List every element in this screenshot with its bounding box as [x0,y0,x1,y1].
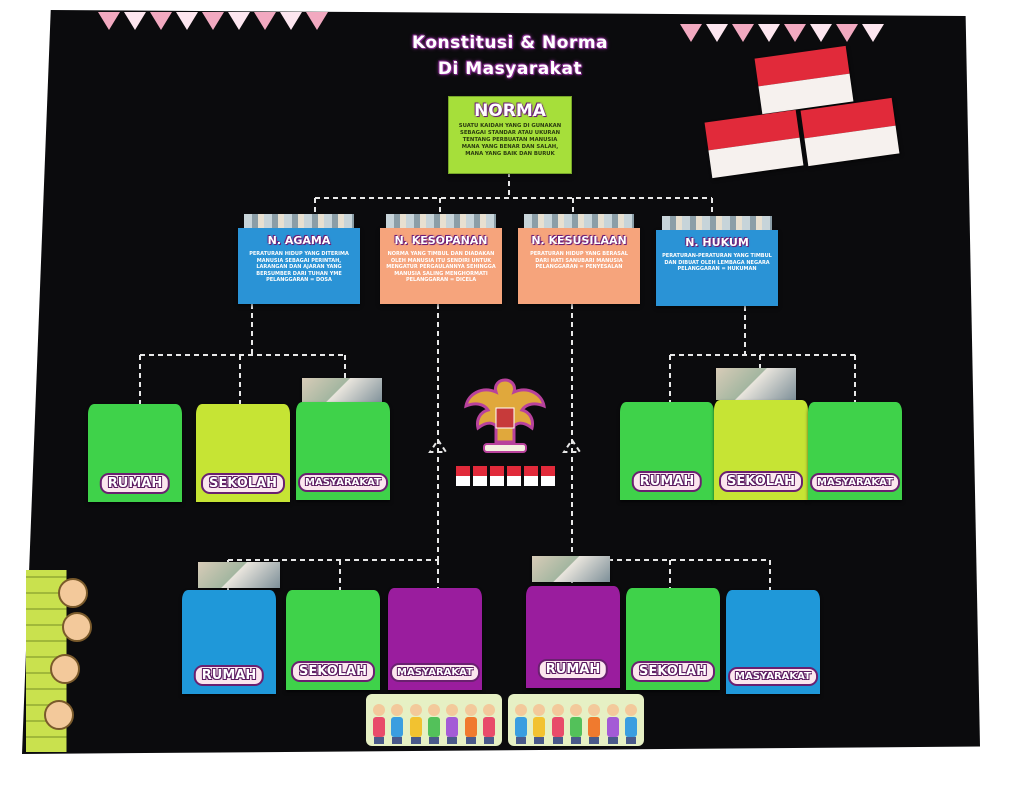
pocket-label: RUMAH [193,665,265,686]
bunting-top-left [98,12,328,30]
bunting-flag [150,12,172,30]
pocket-masyarakat: MASYARAKAT [296,402,390,500]
bunting-flag [732,24,754,42]
bunting-flag [758,24,780,42]
child-illustration [62,612,92,642]
category-label: N. HUKUM [685,236,749,249]
child-figure [391,704,404,744]
pocket-label: RUMAH [537,659,609,680]
pocket-sekolah: SEKOLAH [286,590,380,690]
category-label: N. KESOPANAN [394,234,488,247]
mini-flag [540,466,555,486]
pocket-rumah: RUMAH [88,404,182,502]
mini-flag [506,466,521,486]
child-figure [551,704,564,744]
bunting-flag [124,12,146,30]
bunting-flag [836,24,858,42]
pocket-masyarakat: MASYARAKAT [388,588,482,690]
child-figure [464,704,477,744]
child-illustration [58,578,88,608]
child-figure [373,704,386,744]
card-photo [386,214,496,228]
child-figure [624,704,637,744]
child-figure [569,704,582,744]
norma-root-card: NORMA SUATU KAIDAH YANG DI GUNAKAN SEBAG… [448,96,572,174]
child-illustration [50,654,80,684]
pocket-photo [716,368,796,400]
child-figure [533,704,546,744]
norma-title: NORMA [474,101,546,121]
child-figure [446,704,459,744]
mini-flag [523,466,538,486]
child-figure [427,704,440,744]
poster-title: Konstitusi & Norma Di Masyarakat [380,30,640,82]
card-photo [662,216,772,230]
mini-flag-bunting [436,466,574,496]
pocket-label: MASYARAKAT [728,667,818,686]
child-figure [409,704,422,744]
card-photo [244,214,354,228]
bunting-flag [706,24,728,42]
category-card-kesopanan: N. KESOPANAN NORMA YANG TIMBUL DAN DIADA… [380,214,502,304]
bunting-flag [280,12,302,30]
bunting-top-right [680,24,884,42]
category-description: PERATURAN HIDUP YANG DITERIMA MANUSIA SE… [249,251,349,283]
bunting-flag [176,12,198,30]
mini-flag [455,466,470,486]
children-sticker [508,694,644,746]
pocket-masyarakat: MASYARAKAT [808,402,902,500]
pocket-photo [302,378,382,404]
pocket-label: MASYARAKAT [390,663,480,682]
bunting-flag [680,24,702,42]
child-figure [515,704,528,744]
pocket-sekolah: SEKOLAH [626,588,720,690]
pocket-label: SEKOLAH [200,473,286,494]
pocket-photo [532,556,610,582]
category-card-kesusilaan: N. KESUSILAAN PERATURAN HIDUP YANG BERAS… [518,214,640,304]
pocket-sekolah: SEKOLAH [714,400,808,500]
pocket-rumah: RUMAH [620,402,714,500]
child-illustration [44,700,74,730]
child-figure [482,704,495,744]
pocket-label: SEKOLAH [630,661,716,682]
bunting-flag [202,12,224,30]
card-photo [524,214,634,228]
pocket-label: RUMAH [631,471,703,492]
mini-flag [472,466,487,486]
pocket-rumah: RUMAH [182,590,276,694]
category-label: N. AGAMA [267,234,331,247]
bunting-flag [98,12,120,30]
bunting-flag [228,12,250,30]
category-label: N. KESUSILAAN [531,234,627,247]
bunting-flag [254,12,276,30]
category-description: PERATURAN HIDUP YANG BERASAL DARI HATI S… [530,251,628,270]
pocket-sekolah: SEKOLAH [196,404,290,502]
child-figure [588,704,601,744]
pocket-masyarakat: MASYARAKAT [726,590,820,694]
pocket-label: MASYARAKAT [298,473,388,492]
mini-flag [489,466,504,486]
pocket-label: RUMAH [99,473,171,494]
pocket-photo [198,562,280,588]
category-card-hukum: N. HUKUM PERATURAN-PERATURAN YANG TIMBUL… [656,216,778,306]
bunting-flag [810,24,832,42]
child-figure [606,704,619,744]
children-sticker [366,694,502,746]
title-line-1: Konstitusi & Norma [411,33,609,53]
category-description: NORMA YANG TIMBUL DAN DIADAKAN OLEH MANU… [386,251,496,283]
pocket-rumah: RUMAH [526,586,620,688]
garuda-emblem [464,378,546,453]
title-line-2: Di Masyarakat [437,59,583,79]
category-card-agama: N. AGAMA PERATURAN HIDUP YANG DITERIMA M… [238,214,360,304]
category-description: PERATURAN-PERATURAN YANG TIMBUL DAN DIBU… [662,253,772,272]
pocket-label: MASYARAKAT [810,473,900,492]
pocket-label: SEKOLAH [718,471,804,492]
bunting-flag [862,24,884,42]
bunting-flag [306,12,328,30]
bunting-flag [784,24,806,42]
pocket-label: SEKOLAH [290,661,376,682]
norma-description: SUATU KAIDAH YANG DI GUNAKAN SEBAGAI STA… [458,123,562,157]
